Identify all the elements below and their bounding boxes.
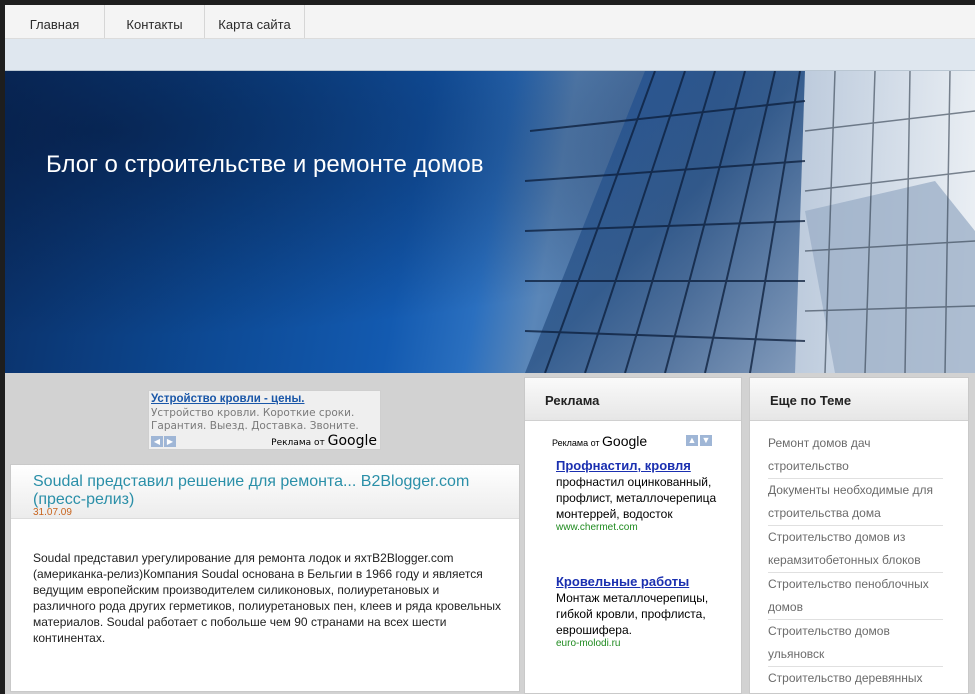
up-arrow-icon[interactable]: ▲ [686,435,698,446]
previous-ad-icon[interactable]: ◀ [151,436,163,447]
ad-navigation: ◀ ▶ [151,436,176,447]
related-topic-link[interactable]: Строительство домов ульяновск [768,620,943,667]
nav-item-sitemap[interactable]: Карта сайта [205,5,305,38]
google-logo: Google [327,433,377,449]
building-illustration [524,71,975,373]
sub-navigation-bar [5,39,975,71]
ads-attribution-label: Реклама от [552,438,600,448]
ad-item: Кровельные работы Монтаж металлочерепицы… [556,574,736,649]
ad-attribution-label: Реклама от [271,438,325,448]
google-logo: Google [602,433,648,449]
ads-attribution[interactable]: Реклама от Google [552,433,647,449]
ad-item: Профнастил, кровля профнастил оцинкованн… [556,458,736,533]
ads-column-heading: Реклама [525,378,741,421]
nav-item-contacts[interactable]: Контакты [105,5,205,38]
down-arrow-icon[interactable]: ▼ [700,435,712,446]
next-ad-icon[interactable]: ▶ [164,436,176,447]
related-topic-link[interactable]: Строительство деревянных домов в самаре [768,667,943,693]
top-ad-title[interactable]: Устройство кровли - цены. [151,393,305,405]
post-header: Soudal представил решение для ремонта...… [11,465,519,519]
related-topic-link[interactable]: Документы необходимые для строительства … [768,479,943,526]
top-ad-block[interactable]: Устройство кровли - цены. Устройство кро… [148,390,381,450]
post-title[interactable]: Soudal представил решение для ремонта...… [33,473,503,509]
site-title: Блог о строительстве и ремонте домов [46,151,484,178]
page: Главная Контакты Карта сайта Блог о стро… [5,5,975,694]
related-topic-link[interactable]: Ремонт домов дач строительство [768,432,943,479]
nav-item-home[interactable]: Главная [5,5,105,38]
related-topic-link[interactable]: Строительство домов из керамзитобетонных… [768,526,943,573]
ad-link[interactable]: Профнастил, кровля [556,458,736,473]
ad-url[interactable]: www.chermet.com [556,522,736,533]
related-topic-link[interactable]: Строительство пеноблочных домов [768,573,943,620]
post-date: 31.07.09 [33,507,72,518]
ad-url[interactable]: euro-molodi.ru [556,638,736,649]
ad-text: профнастил оцинкованный, профлист, метал… [556,475,717,521]
ad-attribution[interactable]: Реклама от Google [271,433,377,449]
blog-post: Soudal представил решение для ремонта...… [10,464,520,692]
top-navigation: Главная Контакты Карта сайта [5,5,975,39]
top-ad-text: Устройство кровли. Короткие сроки. Гаран… [151,407,359,432]
ads-navigation: ▲ ▼ [686,435,712,446]
ads-column: Реклама Реклама от Google ▲ ▼ Профнастил… [524,377,742,694]
google-ads-bar: Реклама от Google ▲ ▼ [552,433,722,449]
post-body: Soudal представил урегулирование для рем… [33,551,502,645]
ad-text: Монтаж металлочерепицы, гибкой кровли, п… [556,591,709,637]
header-banner: Блог о строительстве и ремонте домов [5,71,975,373]
related-topics-heading: Еще по Теме [750,378,968,421]
related-topics-list: Ремонт домов дач строительство Документы… [750,432,968,693]
related-topics-column: Еще по Теме Ремонт домов дач строительст… [749,377,969,694]
ad-link[interactable]: Кровельные работы [556,574,736,589]
